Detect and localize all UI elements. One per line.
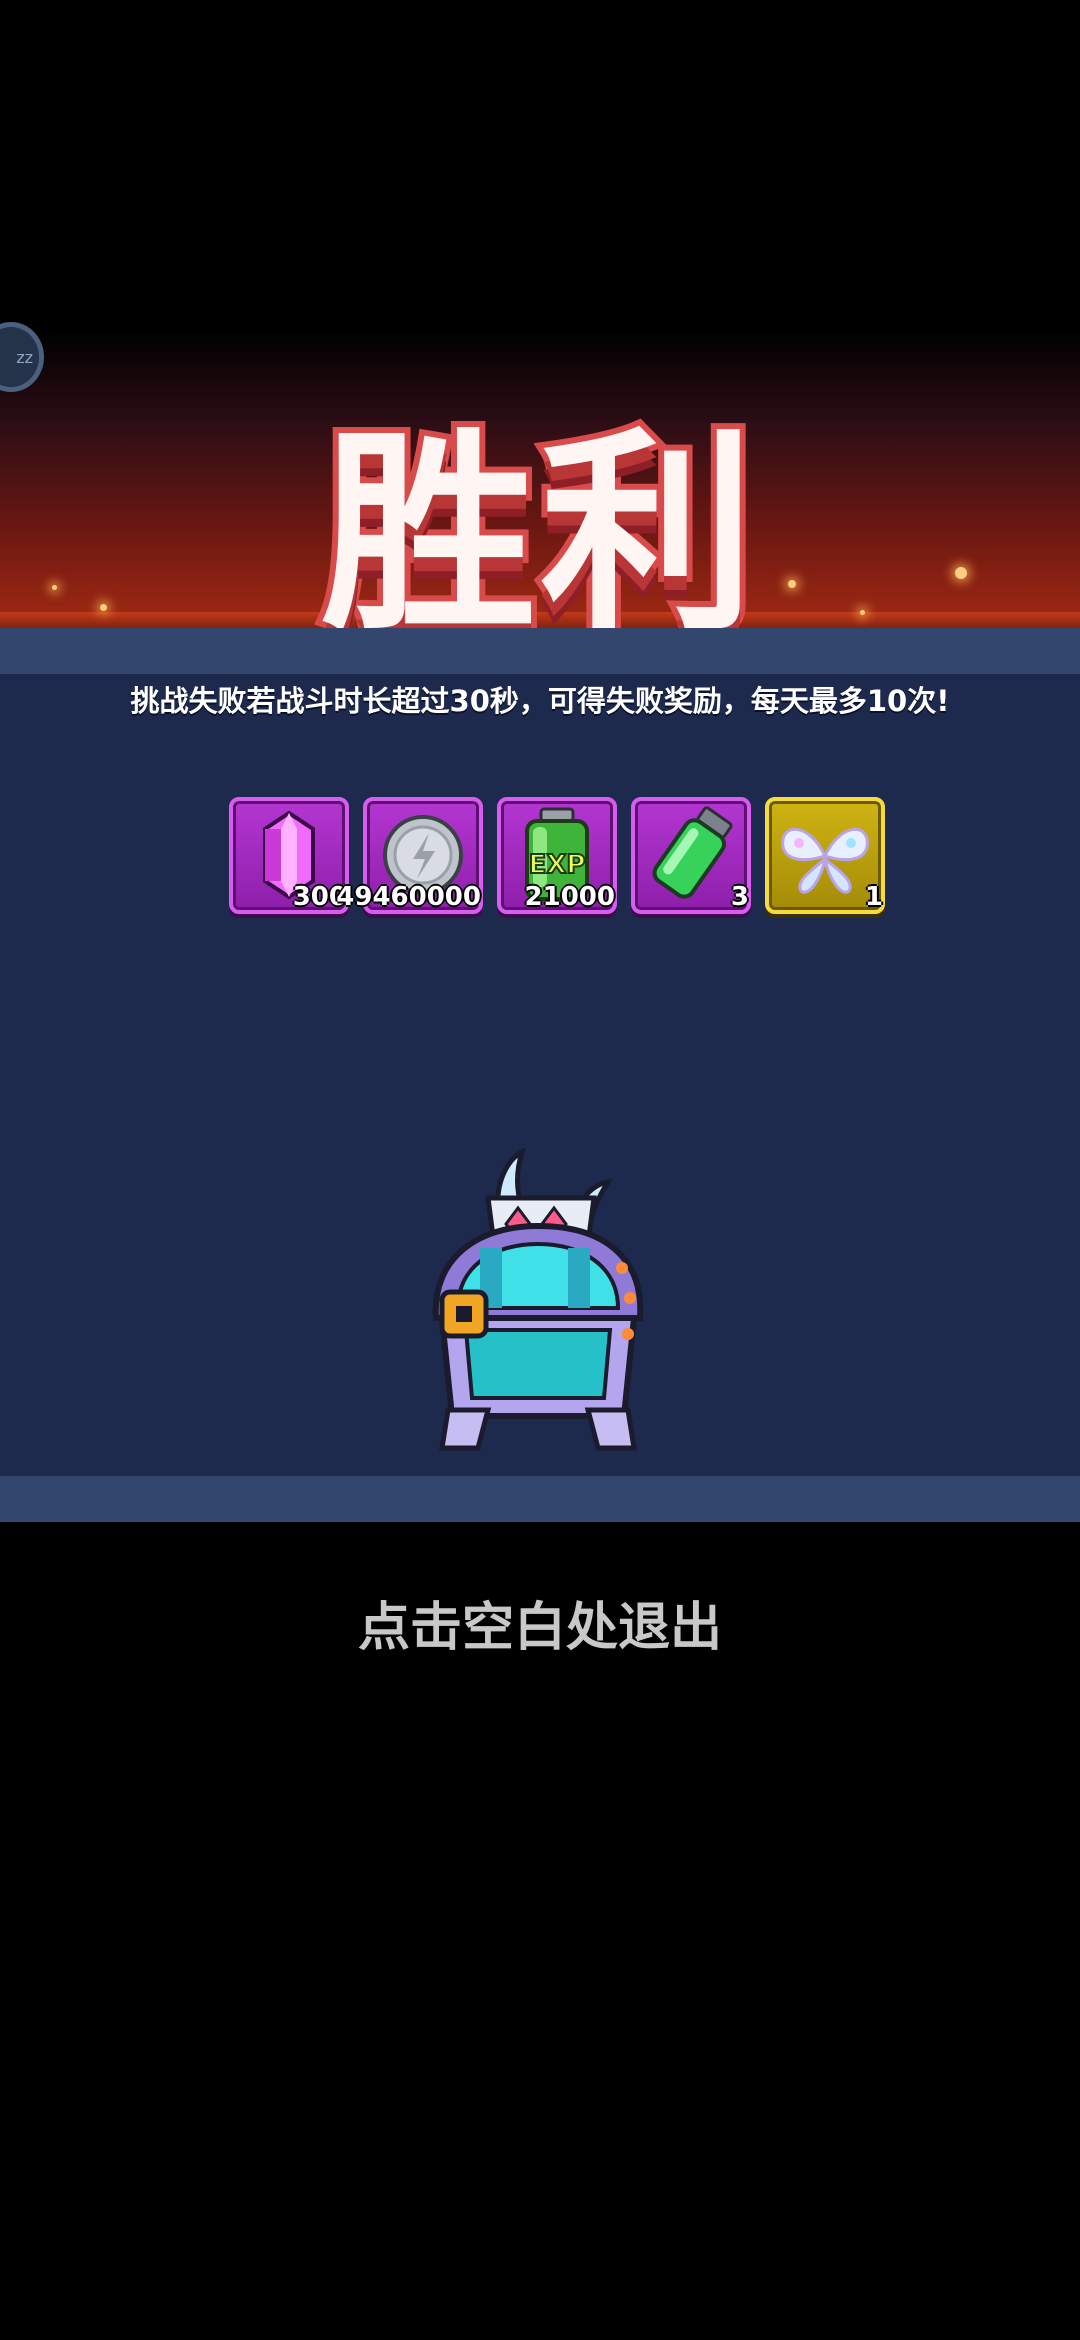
reward-quantity: 21000 xyxy=(524,882,615,912)
reward-item-exp[interactable]: EXP 21000 xyxy=(497,797,617,914)
reward-panel-top-band xyxy=(0,628,1080,674)
reward-notice-text: 挑战失败若战斗时长超过30秒，可得失败奖励，每天最多10次! xyxy=(130,684,950,718)
victory-title: 胜利 xyxy=(315,403,761,666)
tap-to-exit-hint[interactable]: 点击空白处退出 xyxy=(0,1585,1080,1660)
reward-item-silver-coin[interactable]: 49460000 xyxy=(336,797,483,914)
reward-item-gem[interactable]: 300 xyxy=(229,797,349,914)
reward-quantity: 1 xyxy=(864,882,883,912)
reward-quantity: 3 xyxy=(730,882,749,912)
reward-quantity: 49460000 xyxy=(336,882,481,912)
treasure-chest-icon xyxy=(432,1148,644,1451)
reward-item-vial[interactable]: 3 xyxy=(631,797,751,914)
svg-text:EXP: EXP xyxy=(529,850,586,880)
reward-item-wings[interactable]: 1 xyxy=(765,797,885,914)
reward-panel-bottom-band xyxy=(0,1476,1080,1522)
